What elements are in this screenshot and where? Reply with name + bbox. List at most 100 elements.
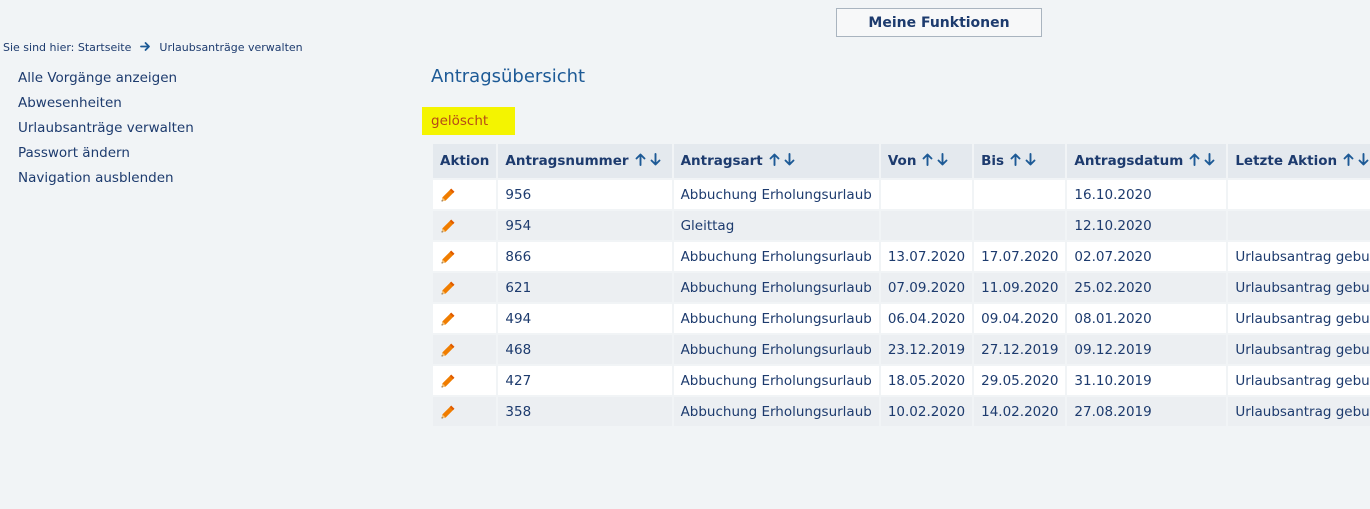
cell-bis: 11.09.2020 [974,273,1066,302]
cell-antragsnummer: 866 [498,242,672,271]
column-header-von: Von [880,144,973,178]
pencil-icon[interactable] [440,311,456,327]
arrow-up-icon[interactable] [922,153,933,166]
arrow-down-icon[interactable] [1358,153,1369,166]
cell-aktion [433,242,497,271]
cell-letzte-aktion [1228,180,1370,209]
cell-bis: 09.04.2020 [974,304,1066,333]
column-header-antragsdatum: Antragsdatum [1067,144,1227,178]
arrow-up-icon[interactable] [769,153,780,166]
sort-controls [1010,153,1040,169]
cell-bis: 27.12.2019 [974,335,1066,364]
cell-antragsart: Abbuchung Erholungsurlaub [673,242,879,271]
breadcrumb: Sie sind hier: Startseite Urlaubsanträge… [3,41,303,54]
pencil-icon[interactable] [440,218,456,234]
sort-controls [1189,153,1219,169]
cell-von: 23.12.2019 [880,335,973,364]
cell-antragsnummer: 358 [498,397,672,426]
column-header-bis: Bis [974,144,1066,178]
column-label: Antragsdatum [1074,153,1184,169]
table-row: 956 Abbuchung Erholungsurlaub 16.10.2020 [433,180,1370,209]
column-label: Antragsnummer [505,153,629,169]
cell-letzte-aktion: Urlaubsantrag gebucht [1228,242,1370,271]
page-title: Antragsübersicht [431,66,586,87]
arrow-up-icon[interactable] [1189,153,1200,166]
cell-antragsdatum: 31.10.2019 [1067,366,1227,395]
sidebar-item-urlaubsantraege[interactable]: Urlaubsanträge verwalten [18,116,194,141]
sidebar-item-navigation-ausblenden[interactable]: Navigation ausblenden [18,166,194,191]
arrow-up-icon[interactable] [1010,153,1021,166]
column-label: Antragsart [680,153,763,169]
arrow-down-icon[interactable] [937,153,948,166]
status-badge: gelöscht [422,107,515,135]
column-header-antragsnummer: Antragsnummer [498,144,672,178]
column-label: Letzte Aktion [1235,153,1338,169]
pencil-icon[interactable] [440,342,456,358]
cell-antragsdatum: 16.10.2020 [1067,180,1227,209]
meine-funktionen-button[interactable]: Meine Funktionen [836,8,1042,37]
cell-antragsart: Abbuchung Erholungsurlaub [673,304,879,333]
cell-letzte-aktion: Urlaubsantrag gebucht [1228,273,1370,302]
cell-antragsdatum: 02.07.2020 [1067,242,1227,271]
cell-letzte-aktion: Urlaubsantrag gebucht [1228,335,1370,364]
cell-aktion [433,397,497,426]
sidebar-nav: Alle Vorgänge anzeigen Abwesenheiten Url… [18,66,194,191]
cell-letzte-aktion: Urlaubsantrag gebucht [1228,397,1370,426]
cell-antragsart: Gleittag [673,211,879,240]
arrow-right-icon [139,42,150,51]
cell-aktion [433,180,497,209]
table-row: 866 Abbuchung Erholungsurlaub 13.07.2020 17… [433,242,1370,271]
cell-von: 06.04.2020 [880,304,973,333]
cell-letzte-aktion [1228,211,1370,240]
sidebar-item-alle-vorgaenge[interactable]: Alle Vorgänge anzeigen [18,66,194,91]
cell-bis: 17.07.2020 [974,242,1066,271]
sidebar-item-passwort[interactable]: Passwort ändern [18,141,194,166]
table-row: 494 Abbuchung Erholungsurlaub 06.04.2020 09… [433,304,1370,333]
sidebar-item-abwesenheiten[interactable]: Abwesenheiten [18,91,194,116]
pencil-icon[interactable] [440,373,456,389]
cell-aktion [433,304,497,333]
cell-antragsdatum: 09.12.2019 [1067,335,1227,364]
cell-bis: 29.05.2020 [974,366,1066,395]
table-row: 954 Gleittag 12.10.2020 [433,211,1370,240]
applications-table: Aktion Antragsnummer Antragsart Von Bis … [431,142,1370,428]
cell-letzte-aktion: Urlaubsantrag gebucht [1228,366,1370,395]
cell-antragsnummer: 956 [498,180,672,209]
arrow-down-icon[interactable] [784,153,795,166]
arrow-down-icon[interactable] [650,153,661,166]
table-row: 427 Abbuchung Erholungsurlaub 18.05.2020 29… [433,366,1370,395]
cell-antragsdatum: 08.01.2020 [1067,304,1227,333]
arrow-up-icon[interactable] [1343,153,1354,166]
table-body: 956 Abbuchung Erholungsurlaub 16.10.2020 95… [433,180,1370,426]
cell-aktion [433,273,497,302]
cell-antragsart: Abbuchung Erholungsurlaub [673,366,879,395]
cell-von [880,211,973,240]
breadcrumb-link-startseite[interactable]: Startseite [78,41,132,54]
sort-controls [635,153,665,169]
table-row: 621 Abbuchung Erholungsurlaub 07.09.2020 11… [433,273,1370,302]
cell-antragsart: Abbuchung Erholungsurlaub [673,335,879,364]
cell-antragsnummer: 468 [498,335,672,364]
cell-bis [974,180,1066,209]
column-label: Bis [981,153,1005,169]
breadcrumb-prefix: Sie sind hier: [3,41,75,54]
column-label: Aktion [440,153,490,169]
sort-controls [1343,153,1370,169]
cell-antragsnummer: 427 [498,366,672,395]
arrow-down-icon[interactable] [1025,153,1036,166]
cell-bis [974,211,1066,240]
arrow-down-icon[interactable] [1204,153,1215,166]
cell-bis: 14.02.2020 [974,397,1066,426]
pencil-icon[interactable] [440,404,456,420]
column-label: Von [887,153,917,169]
cell-antragsart: Abbuchung Erholungsurlaub [673,397,879,426]
cell-antragsdatum: 25.02.2020 [1067,273,1227,302]
pencil-icon[interactable] [440,280,456,296]
pencil-icon[interactable] [440,187,456,203]
pencil-icon[interactable] [440,249,456,265]
table-row: 468 Abbuchung Erholungsurlaub 23.12.2019 27… [433,335,1370,364]
sort-controls [769,153,799,169]
cell-aktion [433,211,497,240]
arrow-up-icon[interactable] [635,153,646,166]
cell-antragsnummer: 494 [498,304,672,333]
